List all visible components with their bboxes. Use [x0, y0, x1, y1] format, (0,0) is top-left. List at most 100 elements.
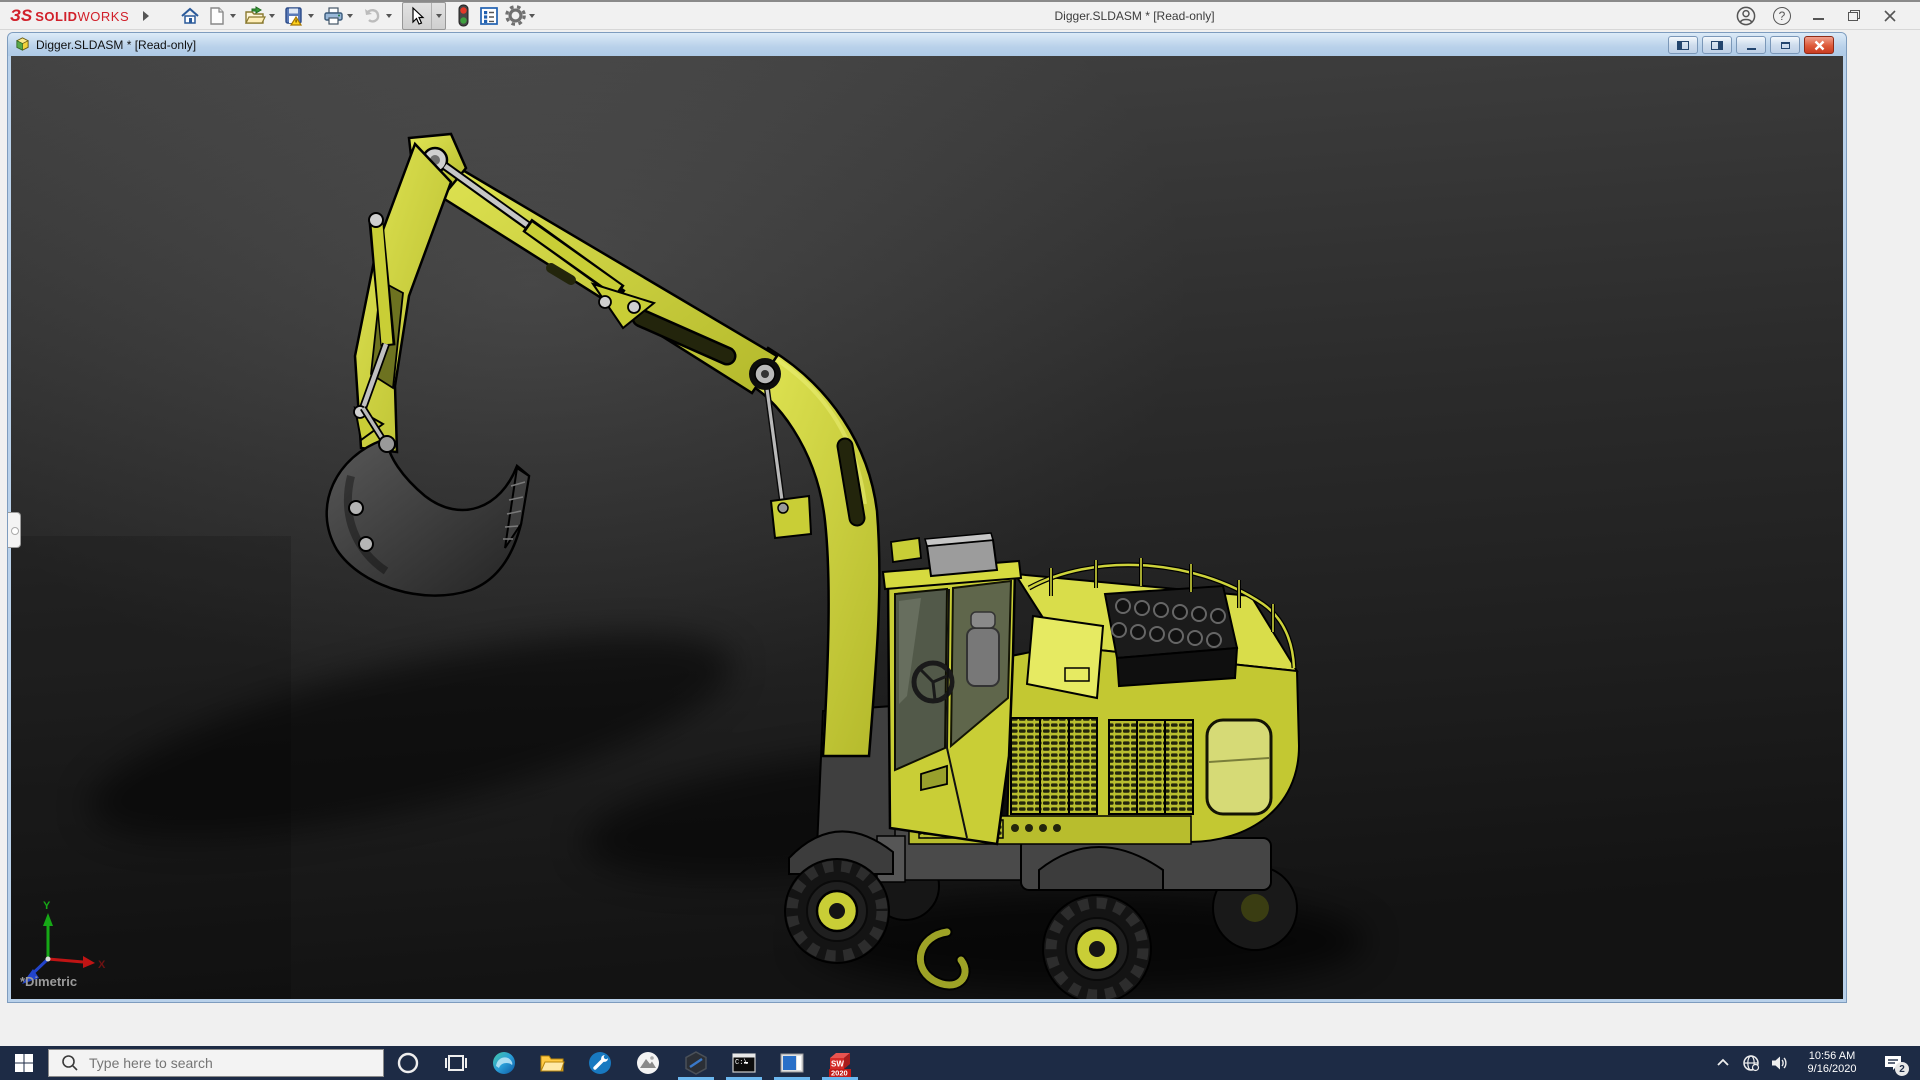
front-wheel — [784, 858, 890, 964]
menu-flyout-arrow-icon[interactable] — [143, 10, 150, 21]
taskbar-item-cortana[interactable] — [384, 1046, 432, 1080]
wrench-tool-icon — [589, 1052, 611, 1074]
print-dropdown-icon[interactable] — [347, 13, 354, 18]
speaker-icon — [1772, 1056, 1787, 1070]
logo-text-bold: SOLID — [35, 8, 78, 24]
solidworks-logo: ЗS SOLID WORKS — [10, 6, 129, 26]
triad-x-label: X — [98, 959, 106, 971]
doc-split-left-button[interactable] — [1668, 36, 1698, 54]
file-properties-icon — [480, 6, 498, 25]
search-input[interactable] — [87, 1054, 361, 1072]
doc-minimize-button[interactable] — [1736, 36, 1766, 54]
taskbar-item-solidworks[interactable]: SW 2020 — [816, 1046, 864, 1080]
home-icon — [181, 7, 199, 24]
rebuild-traffic-light-icon — [458, 4, 469, 26]
print-icon — [323, 6, 343, 25]
chevron-up-icon — [1717, 1058, 1729, 1066]
feature-tree-collapse-tab[interactable] — [8, 512, 21, 548]
app-window-title: Digger.SLDASM * [Read-only] — [1054, 8, 1215, 23]
rear-wheel — [1042, 894, 1152, 999]
3d-viewport[interactable]: Y X *Dimetric — [11, 56, 1843, 999]
solidworks-2020-icon: SW 2020 — [829, 1053, 851, 1078]
help-icon: ? — [1773, 6, 1791, 25]
taskbar-item-task-view[interactable] — [432, 1046, 480, 1080]
document-titlebar[interactable]: Digger.SLDASM * [Read-only] — [8, 33, 1846, 56]
tray-network-button[interactable] — [1737, 1046, 1765, 1080]
notification-badge: 2 — [1895, 1062, 1909, 1076]
assembly-document-icon — [16, 37, 29, 51]
doc-restore-button[interactable] — [1770, 36, 1800, 54]
taskbar-search[interactable] — [48, 1049, 384, 1077]
taskbar-item-app-window[interactable] — [768, 1046, 816, 1080]
taskbar-item-photos[interactable] — [624, 1046, 672, 1080]
clock-date: 9/16/2020 — [1807, 1063, 1857, 1075]
app-window-controls: ? — [1728, 3, 1908, 29]
close-button[interactable] — [1872, 3, 1908, 29]
document-window-controls — [1668, 36, 1834, 54]
system-tray: 10:56 AM 9/16/2020 2 — [1709, 1046, 1920, 1080]
undo-button[interactable] — [359, 3, 385, 29]
panel-left-icon — [1677, 40, 1689, 50]
save-icon — [285, 6, 303, 26]
taskbar-item-terminal[interactable]: C:\ — [720, 1046, 768, 1080]
undo-dropdown-icon[interactable] — [386, 13, 393, 18]
photos-app-icon — [637, 1052, 659, 1074]
view-orientation-label: *Dimetric — [20, 974, 78, 989]
new-document-icon — [210, 6, 224, 25]
clock-time: 10:56 AM — [1808, 1050, 1856, 1062]
taskbar-item-edge[interactable] — [480, 1046, 528, 1080]
open-button[interactable] — [242, 3, 268, 29]
undo-icon — [365, 8, 380, 23]
tray-volume-button[interactable] — [1765, 1046, 1793, 1080]
options-button[interactable] — [502, 3, 528, 29]
print-button[interactable] — [320, 3, 346, 29]
sw-year-label: 2020 — [831, 1069, 848, 1078]
new-dropdown-icon[interactable] — [230, 13, 237, 18]
file-explorer-icon — [540, 1055, 565, 1072]
minimize-icon — [1812, 17, 1824, 20]
sw-cube-letters: SW — [831, 1060, 844, 1069]
file-properties-button[interactable] — [476, 3, 502, 29]
rebuild-button[interactable] — [450, 3, 476, 29]
restore-button[interactable] — [1836, 3, 1872, 29]
taskbar-item-hexagon-app[interactable] — [672, 1046, 720, 1080]
open-dropdown-icon[interactable] — [269, 13, 276, 18]
minimize-button[interactable] — [1800, 3, 1836, 29]
login-button[interactable] — [1728, 3, 1764, 29]
cortana-icon — [397, 1052, 419, 1074]
taskbar-item-settings-tool[interactable] — [576, 1046, 624, 1080]
save-dropdown-icon[interactable] — [308, 13, 315, 18]
panel-right-icon — [1711, 40, 1723, 50]
taskbar-item-file-explorer[interactable] — [528, 1046, 576, 1080]
windows-logo-icon — [15, 1054, 33, 1072]
help-button[interactable]: ? — [1764, 3, 1800, 29]
select-tool-button[interactable] — [403, 3, 431, 29]
search-icon — [62, 1055, 78, 1071]
start-button[interactable] — [0, 1046, 48, 1080]
action-center-button[interactable]: 2 — [1871, 1046, 1915, 1080]
app-window-icon — [780, 1053, 804, 1073]
new-document-button[interactable] — [203, 3, 229, 29]
doc-close-icon — [1814, 40, 1824, 50]
logo-text-light: WORKS — [77, 8, 130, 24]
cab — [881, 532, 1023, 846]
select-dropdown-button[interactable] — [431, 2, 445, 29]
select-tool-group — [402, 1, 447, 30]
save-button[interactable] — [281, 3, 307, 29]
options-dropdown-icon[interactable] — [529, 13, 536, 18]
workspace-background: Digger.SLDASM * [Read-only] Y X *Dimetri… — [0, 30, 1920, 1046]
document-window: Digger.SLDASM * [Read-only] Y X *Dimetri… — [8, 33, 1846, 1002]
triad-y-label: Y — [43, 900, 51, 912]
select-arrow-icon — [412, 6, 425, 25]
doc-split-right-button[interactable] — [1702, 36, 1732, 54]
options-gear-icon — [504, 5, 526, 26]
home-button[interactable] — [177, 3, 203, 29]
close-icon — [1884, 9, 1896, 22]
terminal-icon: C:\ — [732, 1053, 756, 1073]
tray-clock[interactable]: 10:56 AM 9/16/2020 — [1793, 1050, 1871, 1076]
user-account-icon — [1736, 6, 1756, 25]
tray-chevron-button[interactable] — [1709, 1046, 1737, 1080]
windows-taskbar: C:\ SW 2020 — [0, 1046, 1920, 1080]
doc-close-button[interactable] — [1804, 36, 1834, 54]
quick-access-toolbar — [177, 1, 541, 30]
